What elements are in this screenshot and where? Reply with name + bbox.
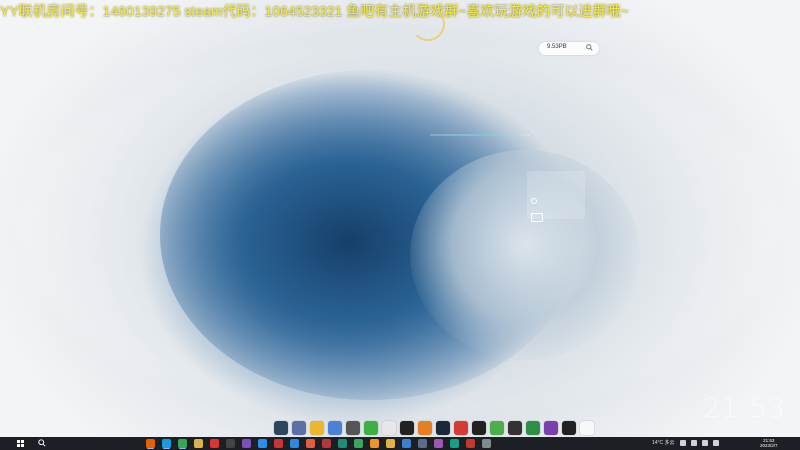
misc-icon[interactable] [434, 439, 443, 448]
app-icon[interactable] [274, 439, 283, 448]
gear-bar-icon[interactable] [346, 421, 360, 435]
top-center-ring-icon[interactable] [411, 7, 445, 41]
shop-icon[interactable] [338, 439, 347, 448]
obs-icon[interactable] [508, 421, 522, 435]
photo-icon[interactable] [290, 439, 299, 448]
ubisoft-icon[interactable] [418, 421, 432, 435]
emoji-game-icon[interactable] [310, 421, 324, 435]
chevron-up-icon[interactable] [679, 439, 686, 446]
desktop-wallpaper [0, 0, 800, 450]
cloud-patch [410, 150, 640, 360]
xbox-icon[interactable] [562, 421, 576, 435]
music-icon[interactable] [306, 439, 315, 448]
misc4-icon[interactable] [482, 439, 491, 448]
chat-icon[interactable] [354, 439, 363, 448]
game-icon[interactable] [242, 439, 251, 448]
chrome-icon[interactable] [178, 439, 187, 448]
discord-icon[interactable] [328, 421, 342, 435]
start-button[interactable] [17, 440, 24, 447]
misc2-icon[interactable] [450, 439, 459, 448]
mail-icon[interactable] [258, 439, 267, 448]
monitor-icon [531, 213, 543, 222]
weather-text[interactable]: 14°C 多云 [652, 439, 675, 446]
status-dot-icon [531, 198, 537, 204]
volume-icon[interactable] [701, 439, 708, 446]
taskbar: 14°C 多云 21:53 2023/2/7 [0, 437, 800, 450]
ea-icon[interactable] [472, 421, 486, 435]
network-icon[interactable] [690, 439, 697, 446]
folder-icon[interactable] [386, 439, 395, 448]
play-store-icon[interactable] [526, 421, 540, 435]
netease-icon[interactable] [454, 421, 468, 435]
uplay-icon[interactable] [292, 421, 306, 435]
taskbar-apps [146, 439, 491, 448]
app-dock [274, 419, 594, 437]
stream-overlay-banner: YY联机房间号：1460139275 steam代码：1064523321 鱼吧… [0, 3, 629, 19]
taskbar-search-icon[interactable] [38, 439, 46, 447]
firefox-icon[interactable] [146, 439, 155, 448]
taskbar-clock[interactable]: 21:53 2023/2/7 [760, 438, 778, 448]
browser-icon[interactable] [370, 439, 379, 448]
video-icon[interactable] [322, 439, 331, 448]
clock-icon[interactable] [382, 421, 396, 435]
qq-icon[interactable] [580, 421, 594, 435]
code-icon[interactable] [402, 439, 411, 448]
desktop-clock: 21:53 [703, 393, 786, 424]
steam-blue-icon[interactable] [436, 421, 450, 435]
steam-icon[interactable] [274, 421, 288, 435]
gog-icon[interactable] [544, 421, 558, 435]
desktop-search-widget[interactable]: 9.53PB [539, 42, 599, 55]
wechat-icon[interactable] [364, 421, 378, 435]
files-icon[interactable] [194, 439, 203, 448]
search-icon[interactable] [586, 44, 593, 51]
language-icon[interactable] [712, 439, 719, 446]
desktop-info-widget [527, 171, 585, 222]
terminal-icon[interactable] [226, 439, 235, 448]
taskbar-date: 2023/2/7 [760, 443, 778, 448]
decorative-divider [430, 134, 530, 136]
system-tray: 14°C 多云 [652, 439, 719, 446]
epic-icon[interactable] [400, 421, 414, 435]
green-app-icon[interactable] [490, 421, 504, 435]
search-widget-text: 9.53PB [547, 44, 567, 50]
edge-icon[interactable] [162, 439, 171, 448]
record-icon[interactable] [210, 439, 219, 448]
steam-tb-icon[interactable] [418, 439, 427, 448]
misc3-icon[interactable] [466, 439, 475, 448]
